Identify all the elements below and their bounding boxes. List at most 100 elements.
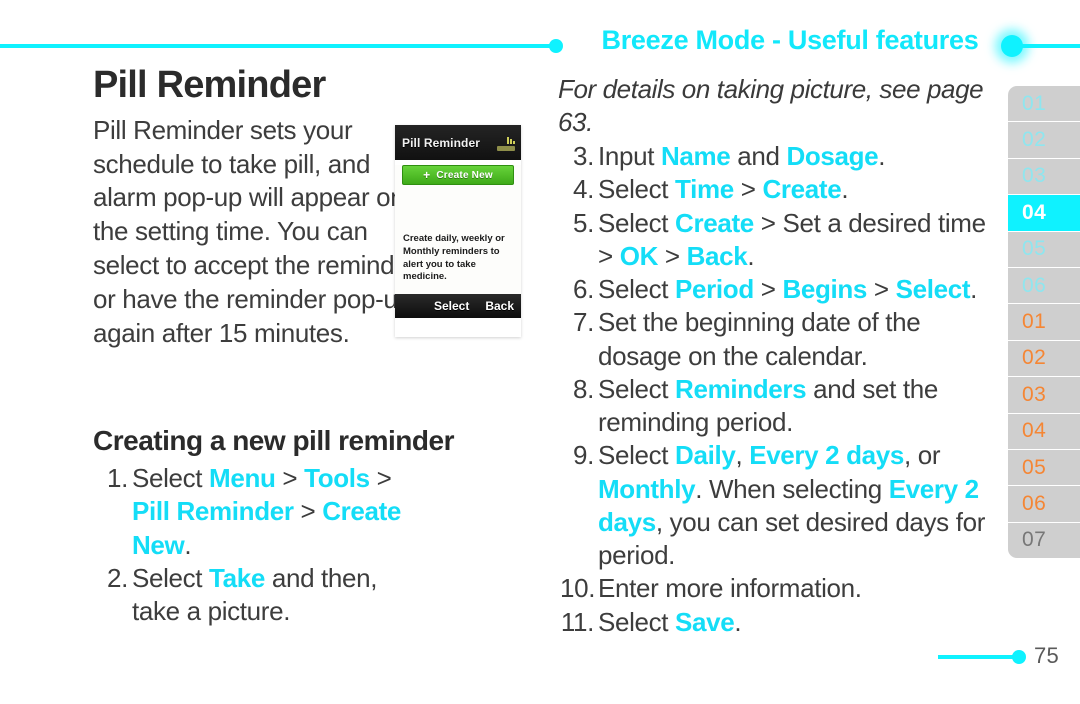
chapter-tab-label: 06	[1022, 273, 1047, 297]
chapter-tab-13[interactable]: 07	[1008, 522, 1080, 559]
page-header-title: Breeze Mode - Useful features	[601, 25, 979, 55]
chapter-tab-label: 03	[1022, 382, 1047, 406]
left-column: Pill Reminder Pill Reminder sets your sc…	[93, 64, 417, 350]
chapter-tab-9[interactable]: 03	[1008, 377, 1080, 413]
chapter-tab-7[interactable]: 01	[1008, 304, 1080, 340]
highlighted-term: Create	[675, 207, 754, 238]
chapter-tab-1[interactable]: 01	[1008, 86, 1080, 122]
highlighted-term: Every 2 days	[749, 440, 905, 471]
highlighted-term: Monthly	[598, 473, 696, 504]
plain-text: ,	[735, 440, 750, 471]
header-rule-left	[0, 44, 557, 48]
plain-text: Select	[598, 373, 676, 404]
chapter-tab-3[interactable]: 03	[1008, 158, 1080, 195]
highlighted-term: Reminders	[675, 373, 807, 404]
step-number: 7.	[573, 307, 594, 338]
plain-text: >	[658, 240, 687, 271]
chapter-tab-11[interactable]: 05	[1008, 449, 1080, 486]
steps-list-right: 3. Input Name and Dosage. 4. Select Time > …	[560, 140, 1000, 639]
plain-text: Select	[598, 440, 676, 471]
plain-text: .	[841, 174, 849, 205]
chapter-tab-label: 03	[1022, 164, 1047, 188]
step-number: 4.	[573, 174, 594, 205]
intro-paragraph: Pill Reminder sets your schedule to take…	[93, 114, 417, 348]
step-text: Select Period > Begins > Select.	[598, 273, 1000, 306]
highlighted-term: Create	[762, 174, 842, 205]
chapter-tab-12[interactable]: 06	[1008, 486, 1080, 522]
step-number: 11.	[560, 606, 595, 637]
chapter-tab-10[interactable]: 04	[1008, 413, 1080, 449]
chapter-tab-label: 06	[1022, 491, 1047, 515]
step-number: 6.	[573, 274, 594, 305]
plain-text: Select	[598, 606, 676, 637]
step-number: 1.	[107, 463, 128, 493]
highlighted-term: Begins	[782, 274, 868, 305]
step-text: Select Daily, Every 2 days, or Monthly. …	[598, 439, 1000, 572]
page-title: Pill Reminder	[93, 64, 326, 106]
highlighted-term: Save	[675, 606, 735, 637]
plain-text: Set the beginning date of the dosage on …	[598, 307, 921, 371]
plain-text: . When selecting	[695, 473, 889, 504]
chapter-tab-label: 05	[1022, 237, 1047, 261]
plain-text: and	[730, 141, 787, 171]
step-number: 9.	[573, 440, 594, 471]
plain-text: Select	[598, 274, 676, 305]
chapter-tab-5[interactable]: 05	[1008, 231, 1080, 267]
plain-text: >	[867, 274, 896, 305]
highlighted-term: Back	[686, 240, 748, 271]
chapter-tab-4[interactable]: 04	[1008, 195, 1080, 231]
step-text: Input Name and Dosage.	[598, 140, 1000, 173]
plain-text: .	[184, 529, 192, 560]
step-number: 5.	[573, 207, 594, 238]
phone-create-new-button[interactable]: + Create New	[402, 165, 514, 185]
chapter-tab-6[interactable]: 06	[1008, 267, 1080, 304]
phone-softkey-bar: Select Back	[395, 294, 521, 318]
chapter-tab-2[interactable]: 02	[1008, 122, 1080, 158]
chapter-tab-label: 04	[1022, 200, 1047, 224]
highlighted-term: Dosage	[786, 141, 879, 171]
step-text: Select Menu > Tools > Pill Reminder > Cr…	[132, 462, 430, 562]
phone-softkey-select[interactable]: Select	[434, 299, 469, 313]
chapter-tab-label: 05	[1022, 455, 1047, 479]
plain-text: >	[275, 463, 305, 493]
steps-list-left: 1. Select Menu > Tools > Pill Reminder > …	[100, 462, 430, 628]
plain-text: .	[970, 274, 978, 305]
chapter-tab-label: 01	[1022, 310, 1047, 334]
phone-screenshot: Pill Reminder + Create New Create daily,…	[395, 125, 521, 337]
step-number: 10.	[560, 573, 596, 604]
plain-text: Select	[132, 463, 210, 493]
plain-text: >	[753, 274, 783, 305]
step-text: Select Reminders and set the reminding p…	[598, 373, 1000, 440]
list-item: 1. Select Menu > Tools > Pill Reminder > …	[100, 462, 430, 562]
plus-icon: +	[423, 168, 431, 182]
step-number: 3.	[573, 141, 594, 171]
list-item: 4. Select Time > Create.	[560, 173, 1000, 206]
step-number: 2.	[107, 562, 128, 593]
list-item: 10. Enter more information.	[560, 572, 1000, 605]
list-item: 5. Select Create > Set a desired time > O…	[560, 207, 1000, 274]
header-rule-right	[1012, 44, 1080, 48]
chapter-tab-8[interactable]: 02	[1008, 340, 1080, 377]
footer-dot	[1012, 650, 1026, 664]
highlighted-term: Select	[895, 274, 971, 305]
plain-text: Enter more information.	[598, 573, 862, 604]
chapter-tab-label: 02	[1022, 128, 1047, 152]
page-number: 75	[1034, 643, 1060, 668]
highlighted-term: Pill Reminder	[132, 496, 294, 527]
highlighted-term: Period	[675, 274, 754, 305]
chapter-tab-label: 02	[1022, 346, 1047, 370]
signal-battery-icon	[492, 132, 516, 152]
plain-text: , or	[904, 440, 941, 471]
phone-title: Pill Reminder	[402, 135, 480, 150]
section-heading: Creating a new pill reminder	[93, 425, 454, 456]
highlighted-term: Menu	[209, 463, 276, 493]
plain-text: Select	[598, 207, 676, 238]
list-item: 6. Select Period > Begins > Select.	[560, 273, 1000, 306]
plain-text: , you can set desired days for period.	[598, 506, 986, 571]
phone-softkey-back[interactable]: Back	[485, 299, 514, 313]
phone-titlebar: Pill Reminder	[395, 125, 521, 160]
step-text: Select Save.	[598, 606, 1000, 639]
note-text: For details on taking picture, see page …	[558, 74, 984, 138]
step-text: Enter more information.	[598, 572, 1000, 605]
list-item: 11. Select Save.	[560, 606, 1000, 639]
